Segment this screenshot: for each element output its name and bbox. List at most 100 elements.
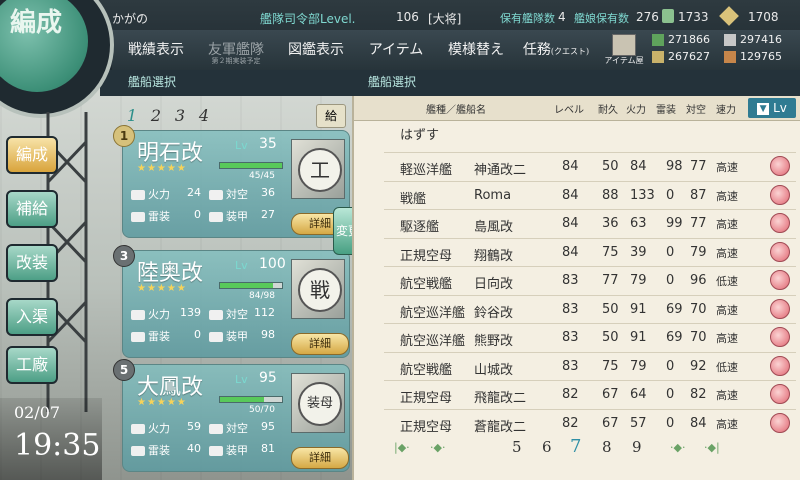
row-speed: 高速: [716, 246, 738, 260]
list-item[interactable]: 航空戦艦 日向改 83 77 79 0 96 低速: [384, 266, 796, 294]
stat-label: 火力: [148, 188, 170, 201]
page-7[interactable]: 7: [570, 436, 581, 457]
sidebar-item-organize[interactable]: 編成: [6, 136, 58, 174]
clock-date: 02/07: [14, 403, 61, 422]
stat-torpedo: 雷装 0: [131, 328, 201, 344]
nav-quests[interactable]: 任務(クエスト): [514, 30, 598, 70]
nav-library-label: 図鑑表示: [288, 42, 344, 58]
list-item[interactable]: 正規空母 翔鶴改 84 75 39 0 79 高速: [384, 237, 796, 266]
row-ship-name: 山城改: [474, 362, 514, 378]
list-item[interactable]: 航空巡洋艦 熊野改 83 50 91 69 70 高速: [384, 323, 796, 351]
nav-furniture[interactable]: 模様替え: [438, 30, 514, 70]
page-8[interactable]: 8: [602, 438, 612, 456]
lock-heart-icon[interactable]: [770, 412, 790, 433]
lock-heart-icon[interactable]: [770, 241, 790, 262]
stat-label: 対空: [226, 188, 248, 201]
sidebar-item-remodel[interactable]: 改装: [6, 244, 58, 282]
fleet-tab-3[interactable]: 3: [170, 106, 190, 128]
row-speed: 高速: [716, 417, 738, 431]
row-hp: 88: [602, 187, 619, 203]
stat-value: 95: [261, 420, 275, 433]
sidebar-item-docking[interactable]: 入渠: [6, 298, 58, 336]
header-speed[interactable]: 速力: [716, 101, 736, 116]
supply-badge[interactable]: 給: [316, 104, 346, 128]
list-item[interactable]: 航空巡洋艦 鈴谷改 83 50 91 69 70 高速: [384, 294, 796, 323]
lock-heart-icon[interactable]: [770, 355, 790, 376]
header-aa[interactable]: 対空: [686, 101, 706, 116]
screen-title: 編成: [10, 8, 63, 38]
prev-page-icon[interactable]: ·◆·: [430, 441, 445, 454]
row-firepower: 84: [630, 159, 647, 174]
last-page-icon[interactable]: ·◆|: [704, 441, 720, 454]
stat-label: 装甲: [226, 210, 248, 223]
nav-records-label: 戦績表示: [128, 42, 184, 58]
row-torpedo: 0: [666, 187, 675, 203]
stat-aa: 対空 112: [209, 306, 275, 322]
ship-card-2[interactable]: 3 陸奥改 Lv 100 ★★★★★ 84/98 火力 139 対空 112 雷装 0…: [113, 207, 363, 358]
header-firepower[interactable]: 火力: [626, 101, 646, 116]
nav-records[interactable]: 戦績表示: [118, 30, 194, 70]
admiral-name: かがの: [112, 12, 149, 26]
fleet-tab-4[interactable]: 4: [194, 106, 214, 128]
first-page-icon[interactable]: |◆·: [394, 441, 410, 454]
hp-bar-fill: [220, 397, 265, 402]
nav-friend-fleet: 友軍艦隊 第２期実装予定: [198, 30, 274, 70]
header-torpedo[interactable]: 雷装: [656, 101, 676, 116]
row-firepower: 63: [630, 216, 647, 231]
hp-bar-fill: [220, 283, 274, 288]
lock-heart-icon[interactable]: [770, 270, 790, 290]
sort-button[interactable]: ▼ Lv: [748, 98, 796, 118]
armor-icon: [209, 212, 223, 222]
detail-button[interactable]: 詳細: [291, 333, 349, 355]
torpedo-icon: [131, 332, 145, 342]
ship-type-icon: 戦: [298, 268, 342, 312]
ship-portrait: 戦: [291, 259, 345, 319]
lock-heart-icon[interactable]: [770, 184, 790, 205]
row-speed: 高速: [716, 332, 738, 345]
header-hp[interactable]: 耐久: [598, 101, 618, 116]
sidebar-item-remodel-label: 改装: [15, 253, 48, 272]
row-torpedo: 0: [666, 244, 675, 260]
nav-library[interactable]: 図鑑表示: [278, 30, 354, 70]
list-item[interactable]: 正規空母 蒼龍改二 82 67 57 0 84 高速: [384, 408, 796, 437]
lock-heart-icon[interactable]: [770, 156, 790, 176]
list-item[interactable]: 軽巡洋艦 神通改二 84 50 84 98 77 高速: [384, 152, 796, 180]
detail-button[interactable]: 詳細: [291, 447, 349, 469]
next-page-icon[interactable]: ·◆·: [670, 441, 685, 454]
lock-heart-icon[interactable]: [770, 384, 790, 404]
page-6[interactable]: 6: [542, 438, 552, 456]
ship-stars: ★★★★★: [137, 283, 187, 294]
sidebar-item-arsenal[interactable]: 工廠: [6, 346, 58, 384]
row-torpedo: 0: [666, 387, 675, 402]
row-ship-type: 正規空母: [400, 419, 453, 435]
ship-portrait: 工: [291, 139, 345, 199]
list-item[interactable]: 戦艦 Roma 84 88 133 0 87 高速: [384, 180, 796, 209]
header-name[interactable]: 艦種／艦船名: [426, 101, 486, 116]
item-shop-button[interactable]: アイテム屋: [602, 30, 646, 70]
row-torpedo: 0: [666, 415, 675, 431]
list-item[interactable]: 駆逐艦 島風改 84 36 63 99 77 高速: [384, 209, 796, 237]
sidebar-item-supply[interactable]: 補給: [6, 190, 58, 228]
lock-heart-icon[interactable]: [770, 327, 790, 347]
nav-items[interactable]: アイテム: [358, 30, 434, 70]
page-5[interactable]: 5: [512, 438, 522, 456]
lock-heart-icon[interactable]: [770, 213, 790, 233]
ship-card-3[interactable]: 5 大鳳改 Lv 95 ★★★★★ 50/70 火力 59 対空 95 雷装 40 装…: [113, 359, 350, 472]
row-ship-type: 航空戦艦: [400, 362, 453, 378]
stat-armor: 装甲 27: [209, 208, 275, 224]
lock-heart-icon[interactable]: [770, 298, 790, 319]
list-item[interactable]: 航空戦艦 山城改 83 75 79 0 92 低速: [384, 351, 796, 380]
unequip-option[interactable]: はずす: [400, 124, 439, 143]
list-item[interactable]: 正規空母 飛龍改二 82 67 64 0 82 高速: [384, 380, 796, 408]
row-aa: 96: [690, 273, 707, 288]
fleet-tab-2[interactable]: 2: [146, 106, 166, 128]
fleet-tabs: 1 2 3 4: [122, 106, 262, 128]
stat-value: 81: [261, 442, 275, 455]
page-9[interactable]: 9: [632, 438, 642, 456]
item-shop-label: アイテム屋: [604, 56, 644, 65]
row-speed: 高速: [716, 303, 738, 317]
row-aa: 79: [690, 244, 707, 260]
stat-value: 139: [180, 306, 201, 319]
ship-card-1[interactable]: 1 明石改 Lv 35 ★★★★★ 45/45 火力 24 対空 36 雷装 0 装甲…: [113, 125, 350, 238]
header-level[interactable]: レベル: [554, 101, 584, 116]
